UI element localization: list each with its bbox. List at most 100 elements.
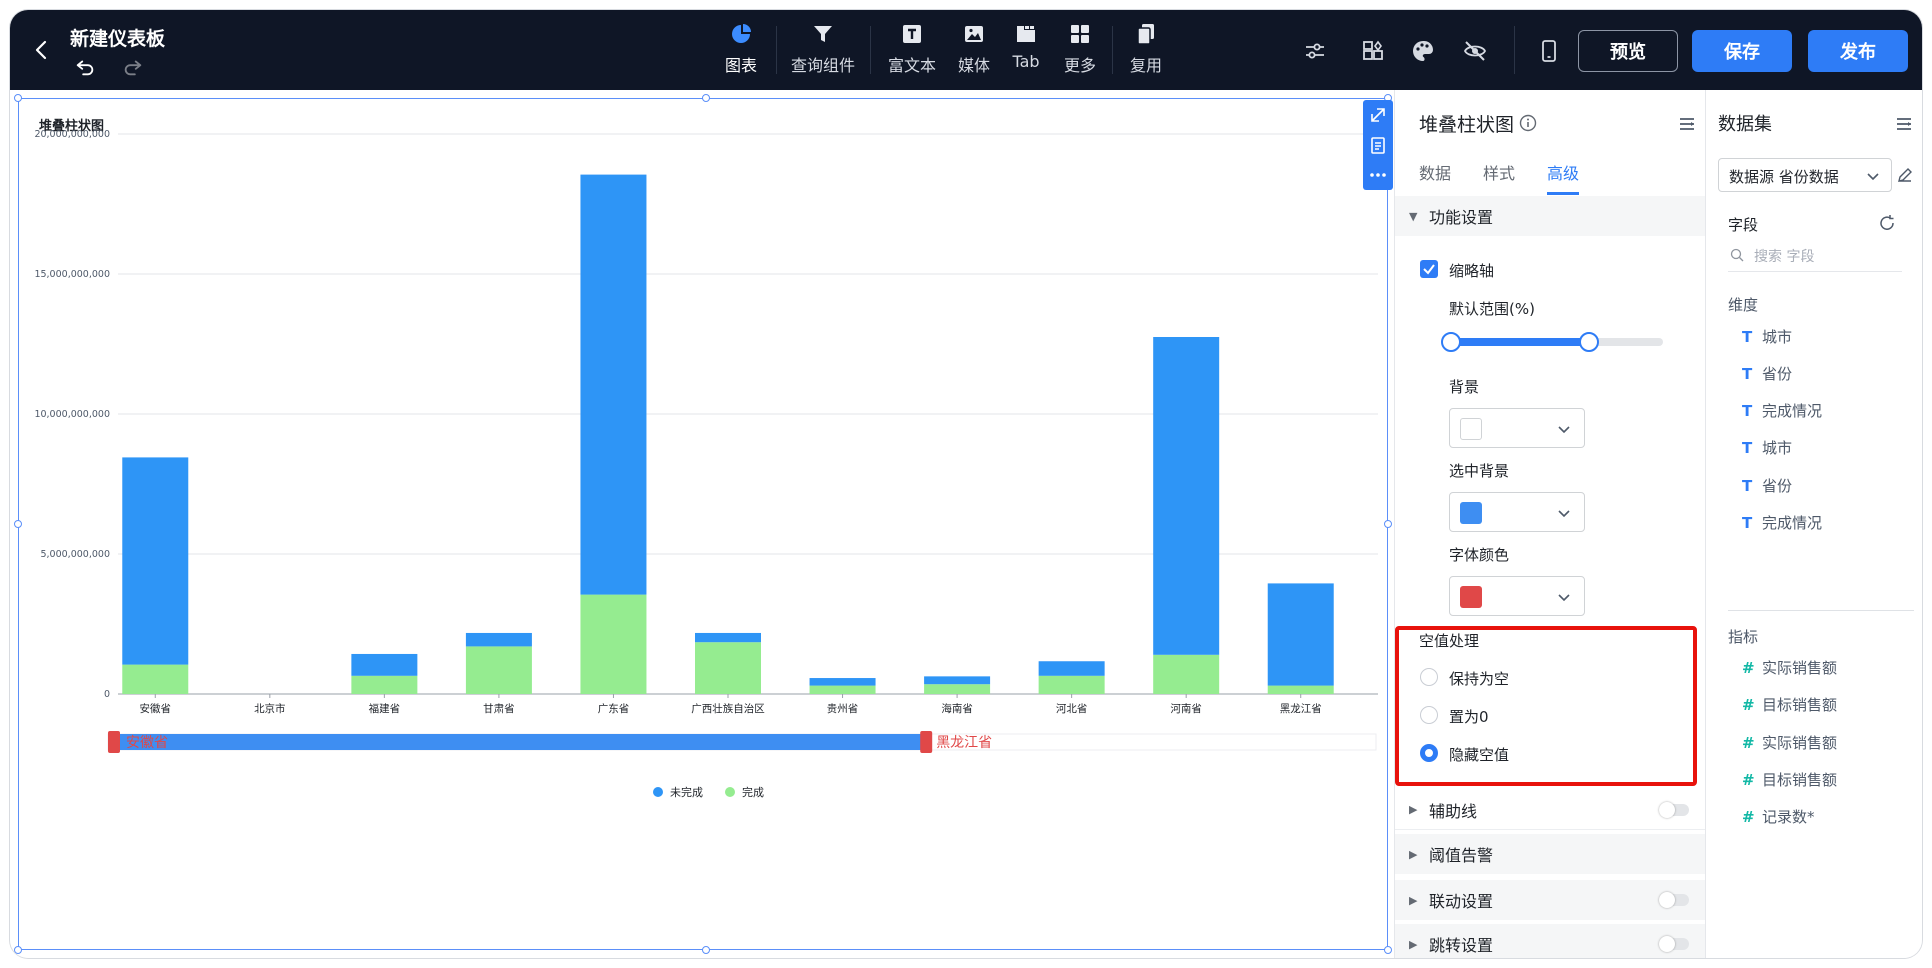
bar-segment [1267,583,1334,686]
dimension-field[interactable]: T 省份 [1742,363,1792,384]
preview-button[interactable]: 预览 [1578,30,1678,72]
background-color-picker[interactable] [1449,408,1585,448]
more-options-icon[interactable] [1363,160,1393,190]
measure-field[interactable]: # 记录数* [1742,806,1815,827]
image-icon [965,26,983,42]
theme-palette-icon[interactable] [1410,38,1436,64]
section-threshold-alert[interactable]: ▶ 阈值告警 [1395,834,1705,874]
radio-set-zero[interactable] [1420,706,1438,724]
range-start-handle[interactable] [1441,332,1461,352]
radio-keep-empty[interactable] [1420,668,1438,686]
field-name: 完成情况 [1762,402,1823,420]
measure-field[interactable]: # 实际销售额 [1742,732,1837,753]
save-button[interactable]: 保存 [1692,30,1792,72]
text-type-icon: T [1742,514,1753,532]
measure-field[interactable]: # 目标销售额 [1742,769,1837,790]
chevron-down-icon [1558,594,1570,602]
x-tick-label: 广西壮族自治区 [691,702,765,715]
field-name: 记录数* [1762,808,1815,826]
bar-segment [351,675,418,694]
section-jump[interactable]: ▶ 跳转设置 [1395,924,1705,958]
collapse-menu-icon[interactable] [1894,114,1914,134]
tool-query[interactable]: 查询组件 [786,22,860,82]
redo-icon[interactable] [122,56,144,78]
tool-label: Tab [1012,52,1040,71]
color-swatch [1460,586,1482,608]
section-linkage[interactable]: ▶ 联动设置 [1395,880,1705,920]
bar-segment [465,632,532,647]
filter-icon [814,26,832,42]
tool-more[interactable]: 更多 [1058,22,1102,82]
jump-toggle[interactable] [1659,936,1689,952]
dataset-source-select[interactable]: 数据源 省份数据 [1718,158,1892,192]
dashboard-title[interactable]: 新建仪表板 [70,24,165,51]
radio-hide-empty[interactable] [1420,744,1438,762]
font-color-label: 字体颜色 [1449,546,1510,564]
back-arrow-icon[interactable] [30,38,54,62]
color-swatch [1460,418,1482,440]
details-icon[interactable] [1363,130,1393,160]
legend-marker [725,787,735,797]
tool-reuse[interactable]: 复用 [1124,22,1168,82]
measure-field[interactable]: # 目标销售额 [1742,694,1837,715]
divider [1728,610,1914,611]
selected-background-color-picker[interactable] [1449,492,1585,532]
tool-tab[interactable]: Tab [1006,22,1046,82]
tab-data[interactable]: 数据 [1419,160,1451,195]
y-tick-label: 5,000,000,000 [40,549,110,560]
bar-segment [695,632,761,643]
dimension-field[interactable]: T 省份 [1742,475,1792,496]
copy-icon [1137,24,1154,45]
dimension-field[interactable]: T 城市 [1742,326,1792,347]
field-name: 城市 [1762,439,1793,457]
legend-label: 完成 [742,785,764,799]
text-type-icon: T [1742,439,1753,457]
caret-right-icon: ▶ [1409,803,1418,816]
tool-richtext[interactable]: 富文本 [882,22,942,82]
dimension-field[interactable]: T 城市 [1742,437,1792,458]
zoom-end-handle [920,731,933,753]
selected-background-label: 选中背景 [1449,462,1510,480]
zoom-start-handle [108,731,120,753]
info-icon[interactable] [1519,114,1537,132]
range-slider[interactable] [1441,332,1663,352]
bar-segment [1267,685,1334,694]
refresh-icon[interactable] [1878,214,1896,232]
dimensions-label: 维度 [1728,296,1759,314]
expand-icon[interactable] [1363,100,1393,130]
field-name: 目标销售额 [1762,696,1838,714]
undo-icon[interactable] [74,56,96,78]
tab-style[interactable]: 样式 [1483,160,1515,195]
bar-segment [351,653,418,676]
y-tick-label: 20,000,000,000 [34,129,110,140]
field-name: 完成情况 [1762,514,1823,532]
thumbnail-axis-checkbox[interactable] [1420,260,1438,278]
measure-field[interactable]: # 实际销售额 [1742,657,1837,678]
mobile-device-icon[interactable] [1536,38,1562,64]
zoom-start-label: 安徽省 [126,735,168,751]
font-color-picker[interactable] [1449,576,1585,616]
sliders-icon[interactable] [1302,38,1328,64]
section-function-settings[interactable]: ▼ 功能设置 [1395,196,1705,236]
linkage-toggle[interactable] [1659,892,1689,908]
tool-chart[interactable]: 图表 [716,22,766,82]
layout-icon[interactable] [1360,38,1386,64]
x-tick-label: 福建省 [369,702,401,715]
section-auxiliary-line[interactable]: ▶ 辅助线 [1395,790,1705,830]
edit-pencil-icon[interactable] [1896,166,1914,184]
dimension-field[interactable]: T 完成情况 [1742,512,1822,533]
field-name: 实际销售额 [1762,734,1838,752]
auxiliary-line-toggle[interactable] [1659,802,1689,818]
tab-advanced[interactable]: 高级 [1547,160,1580,195]
legend-label: 未完成 [670,785,703,799]
field-search-box[interactable]: 搜索 字段 [1728,240,1902,272]
publish-button[interactable]: 发布 [1808,30,1908,72]
toolbar-divider [1514,26,1515,74]
tool-media[interactable]: 媒体 [952,22,996,82]
eye-off-icon[interactable] [1462,38,1488,64]
toolbar-divider [870,26,871,74]
dimension-field[interactable]: T 完成情况 [1742,400,1822,421]
widget-toolbar [1363,100,1393,190]
collapse-menu-icon[interactable] [1677,114,1697,134]
range-end-handle[interactable] [1578,332,1599,352]
